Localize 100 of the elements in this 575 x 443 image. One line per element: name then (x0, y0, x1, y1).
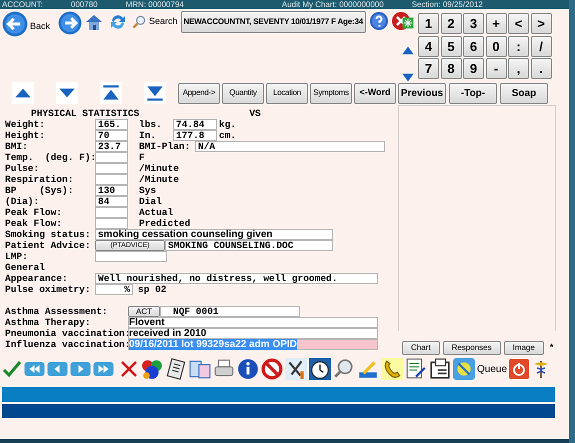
keypad-key[interactable]: 4 (418, 36, 439, 56)
keypad-key[interactable]: < (508, 13, 529, 34)
phone-icon[interactable] (381, 358, 403, 380)
keypad-key[interactable]: 7 (418, 58, 439, 79)
mrn-text: MRN: 00000794 (126, 0, 184, 9)
info-icon[interactable] (237, 358, 259, 380)
sparkle-icon[interactable] (402, 17, 414, 29)
keypad-key[interactable]: / (530, 36, 552, 56)
nav-button[interactable]: Previous (398, 82, 446, 104)
edit-button[interactable]: Location (266, 82, 308, 104)
edit-button[interactable]: Quantity (222, 82, 264, 104)
input-field[interactable] (95, 163, 128, 174)
search-icon[interactable] (131, 14, 148, 30)
prohibited-icon[interactable] (261, 358, 283, 380)
field-label: LMP: (5, 251, 29, 262)
unit-label: Actual (139, 207, 174, 218)
input-field[interactable]: NQF 0001 (160, 306, 300, 317)
cross-icon[interactable] (119, 359, 139, 379)
keypad-key[interactable]: 0 (486, 36, 506, 56)
unit-label: /Minute (139, 174, 179, 185)
account-number: 000780 (70, 0, 98, 9)
keypad-key[interactable]: 9 (463, 58, 484, 79)
field-label: (Dia): (5, 196, 40, 207)
windows-icon[interactable] (189, 358, 211, 380)
notebook-icon[interactable] (165, 358, 187, 380)
tools-icon[interactable] (285, 358, 307, 380)
keypad-key[interactable]: 5 (440, 36, 462, 56)
fast-forward-icon[interactable] (93, 359, 114, 379)
side-button[interactable]: Image (504, 341, 544, 355)
field-label: Pulse: (5, 163, 40, 174)
magnifier-icon[interactable] (333, 358, 355, 380)
keypad-key[interactable]: : (508, 36, 529, 56)
unit-label: Predicted (139, 218, 190, 229)
field-label: BP (Sys): (5, 185, 74, 196)
input-field[interactable]: received in 2010 (128, 328, 378, 339)
field-label: Influenza vaccination: (5, 339, 128, 350)
field-label: Weight: (5, 119, 46, 130)
keypad-key[interactable]: 6 (463, 36, 484, 56)
queue-label[interactable]: Queue (477, 362, 508, 376)
edit-button[interactable]: <-Word (354, 82, 396, 104)
keypad-key[interactable]: , (508, 58, 529, 79)
input-field[interactable]: 165. (95, 119, 128, 130)
search-label[interactable]: Search (149, 15, 178, 29)
input-field[interactable]: % (95, 284, 133, 295)
input-field[interactable]: 23.7 (95, 141, 128, 152)
side-button[interactable]: Responses (442, 341, 501, 355)
edit-button[interactable]: Append-> (178, 82, 220, 104)
nav-button[interactable]: -Top- (449, 82, 497, 104)
queue-icon[interactable] (453, 358, 475, 380)
previous-icon[interactable] (47, 359, 68, 379)
field-label: Patient Advice: (5, 240, 92, 251)
keypad-key[interactable]: - (486, 58, 506, 79)
field-label: Asthma Therapy: (5, 317, 92, 328)
keypad-key[interactable]: > (530, 13, 552, 34)
help-icon[interactable] (368, 11, 389, 31)
power-icon[interactable] (509, 359, 530, 379)
keypad-key[interactable]: + (486, 13, 506, 34)
unit-label: cm. (219, 130, 236, 141)
input-field[interactable]: Well nourished, no distress, well groomed. (95, 273, 378, 284)
input-field[interactable]: 177.8 (173, 130, 217, 141)
input-field[interactable]: smoking cessation counseling given (95, 229, 333, 240)
input-field[interactable]: SMOKING COUNSELING.DOC (165, 240, 333, 251)
input-field[interactable]: Flovent (128, 317, 378, 328)
unit-label: sp 02 (138, 284, 167, 295)
keypad-key[interactable]: 3 (463, 13, 484, 34)
keypad-key[interactable]: . (530, 58, 552, 79)
checkmark-icon[interactable] (2, 359, 22, 379)
back-arrow-icon[interactable] (2, 11, 28, 37)
back-label[interactable]: Back (30, 20, 50, 34)
clock-icon[interactable] (309, 358, 331, 380)
fax-icon[interactable] (429, 358, 451, 380)
field-label: BMI: (5, 141, 29, 152)
circles-icon[interactable] (141, 358, 163, 380)
keypad-key[interactable]: 1 (418, 13, 439, 34)
input-field[interactable] (95, 152, 128, 163)
rewind-icon[interactable] (24, 359, 45, 379)
input-field[interactable]: 70 (95, 130, 128, 141)
input-field[interactable]: 130 (95, 185, 128, 196)
field-label: Peak Flow: (5, 218, 64, 229)
next-icon[interactable] (70, 359, 91, 379)
input-field[interactable]: 84 (95, 196, 128, 207)
input-field[interactable]: N/A (195, 141, 385, 152)
side-button[interactable]: Chart (402, 341, 440, 355)
input-field[interactable] (95, 218, 128, 229)
input-field[interactable]: 74.84 (173, 119, 217, 130)
keypad-key[interactable]: 8 (440, 58, 462, 79)
unit-label: /Minute (139, 163, 179, 174)
document-icon[interactable] (405, 358, 427, 380)
input-field[interactable] (95, 251, 167, 262)
nav-button[interactable]: Soap (500, 82, 548, 104)
keypad-key[interactable]: 2 (440, 13, 462, 34)
section-date: Section: 09/25/2012 (412, 0, 483, 9)
unit-label: kg. (219, 119, 236, 130)
input-field[interactable] (95, 207, 128, 218)
patient-banner-button[interactable]: NEWACCOUNTNT, SEVENTY 10/01/1977 F Age:34 (180, 11, 366, 33)
edit-button[interactable]: Symptoms (310, 82, 352, 104)
forward-arrow-icon[interactable] (58, 11, 82, 35)
field-label: Peak Flow: (5, 207, 64, 218)
input-field[interactable] (95, 174, 128, 185)
act-button[interactable]: ACT (128, 306, 160, 317)
